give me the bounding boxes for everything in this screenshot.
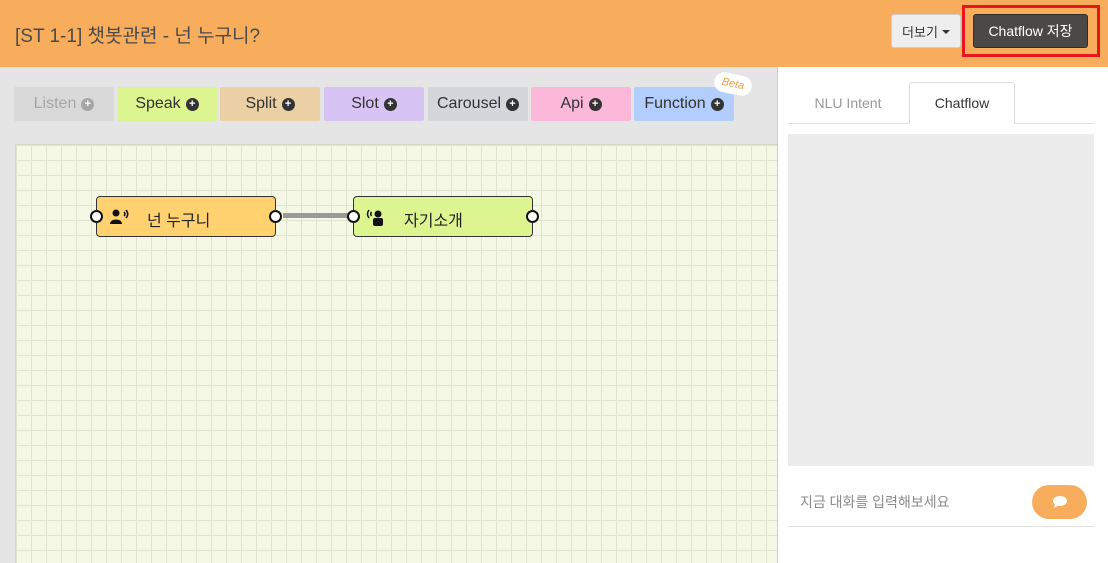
palette-api-label: Api xyxy=(560,95,584,112)
palette-slot-button[interactable]: Slot + xyxy=(324,87,424,121)
top-header: [ST 1-1] 챗봇관련 - 넌 누구니? 더보기 Chatflow 저장 xyxy=(0,0,1108,67)
node-label: 자기소개 xyxy=(404,213,463,230)
caret-down-icon xyxy=(941,30,950,34)
flow-node-listen[interactable]: 넌 누구니 xyxy=(90,196,282,237)
plus-circle-icon: + xyxy=(506,97,520,111)
chat-bubble-icon xyxy=(1052,496,1067,508)
plus-circle-icon: + xyxy=(185,97,199,111)
chat-input-row xyxy=(788,481,1094,527)
tab-nlu-intent[interactable]: NLU Intent xyxy=(788,82,908,124)
palette-function-label: Function xyxy=(644,95,706,112)
palette-api-button[interactable]: Api + xyxy=(531,87,631,121)
palette-carousel-button[interactable]: Carousel + xyxy=(428,87,528,121)
side-panel: NLU Intent Chatflow xyxy=(778,67,1108,563)
palette-split-button[interactable]: Split + xyxy=(220,87,320,121)
plus-circle-icon: + xyxy=(710,97,724,111)
palette-listen-button[interactable]: Listen + xyxy=(14,87,114,121)
plus-circle-icon: + xyxy=(81,97,95,111)
palette-speak-button[interactable]: Speak + xyxy=(117,87,217,121)
node-input-port[interactable] xyxy=(347,210,360,223)
plus-circle-icon: + xyxy=(281,97,295,111)
palette-speak-label: Speak xyxy=(135,95,181,112)
chat-message-area xyxy=(788,134,1094,466)
more-dropdown-button[interactable]: 더보기 xyxy=(891,14,961,48)
palette-slot-label: Slot xyxy=(351,95,379,112)
palette-listen-label: Listen xyxy=(33,95,77,112)
send-button[interactable] xyxy=(1032,485,1087,519)
node-output-port[interactable] xyxy=(269,210,282,223)
chat-input[interactable] xyxy=(788,487,1018,517)
node-label: 넌 누구니 xyxy=(147,213,211,230)
tab-chatflow[interactable]: Chatflow xyxy=(909,82,1015,124)
chatflow-save-button[interactable]: Chatflow 저장 xyxy=(973,14,1088,48)
plus-circle-icon: + xyxy=(588,97,602,111)
palette-function-button[interactable]: Function + xyxy=(634,87,734,121)
flow-node-speak[interactable]: 자기소개 xyxy=(347,196,539,237)
flow-editor: Listen + Speak + Split + Slot + Carousel… xyxy=(0,67,778,563)
more-label: 더보기 xyxy=(902,24,938,40)
node-output-port[interactable] xyxy=(526,210,539,223)
user-speaking-icon xyxy=(110,209,129,224)
plus-circle-icon: + xyxy=(383,97,397,111)
page-title: [ST 1-1] 챗봇관련 - 넌 누구니? xyxy=(15,26,261,47)
node-connection-line[interactable] xyxy=(283,213,349,218)
node-input-port[interactable] xyxy=(90,210,103,223)
broadcast-person-icon xyxy=(366,209,383,226)
palette-carousel-label: Carousel xyxy=(436,95,502,112)
palette-split-label: Split xyxy=(245,95,277,112)
